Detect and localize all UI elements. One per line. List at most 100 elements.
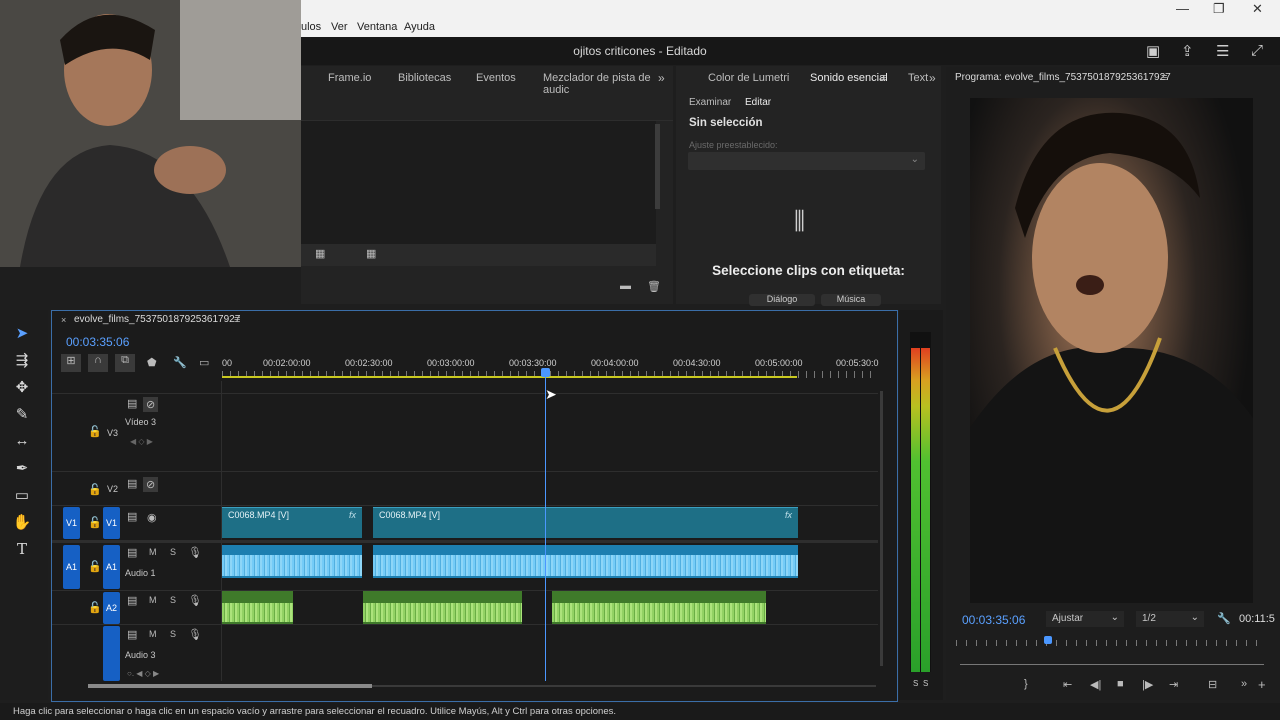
microphone-icon[interactable]: 🎙 [188, 546, 202, 559]
solo-button[interactable]: S [170, 629, 176, 639]
dialogue-chip[interactable]: Diálogo [749, 294, 815, 306]
music-chip[interactable]: Música [821, 294, 881, 306]
quick-export-icon[interactable]: ▣ [1146, 42, 1160, 60]
captions-icon[interactable]: ▭ [199, 356, 209, 369]
program-ruler[interactable] [956, 640, 1266, 646]
tab-text[interactable]: Text [908, 72, 928, 84]
panel-menu-icon[interactable]: ≡ [234, 314, 240, 326]
maximize-icon[interactable]: ❐ [1213, 1, 1225, 17]
film-icon[interactable]: ▤ [127, 628, 137, 641]
step-forward-icon[interactable]: |▶ [1142, 678, 1153, 691]
go-to-in-icon[interactable]: ⇤ [1063, 678, 1072, 691]
film-icon[interactable]: ▤ [127, 594, 137, 607]
minimize-icon[interactable]: — [1176, 1, 1189, 16]
film-icon[interactable]: ▤ [127, 477, 137, 490]
tab-sonido-esencial[interactable]: Sonido esencial [810, 72, 888, 84]
share-icon[interactable]: ⇪ [1181, 42, 1194, 60]
bin-icon[interactable]: ▦ [315, 247, 325, 260]
tab-lumetri[interactable]: Color de Lumetri [708, 72, 789, 84]
menu-item-modules[interactable]: ulos [301, 21, 321, 33]
chevrons-icon[interactable]: » [658, 71, 665, 85]
step-back-icon[interactable]: ◀| [1090, 678, 1101, 691]
subtab-examinar[interactable]: Examinar [689, 97, 731, 108]
scrollbar[interactable] [655, 124, 660, 209]
lock-icon[interactable]: 🔓 [88, 560, 102, 573]
solo-button[interactable]: S [170, 547, 176, 557]
program-playhead[interactable] [1044, 636, 1052, 644]
scrollbar-thumb[interactable] [88, 684, 372, 688]
eye-off-icon[interactable]: ⊘ [143, 477, 159, 492]
timeline-timecode[interactable]: 00:03:35:06 [66, 335, 129, 349]
zoom-bar[interactable] [960, 664, 1264, 665]
film-icon[interactable]: ▤ [127, 510, 137, 523]
menu-item-ver[interactable]: Ver [331, 21, 348, 33]
film-icon[interactable]: ▤ [127, 546, 137, 559]
music-clip[interactable] [363, 591, 522, 624]
magnet-icon[interactable]: ∩ [88, 354, 108, 372]
trash-icon[interactable]: 🗑 [647, 280, 661, 293]
eye-icon[interactable]: ◉ [147, 511, 157, 524]
track-target-v1[interactable]: V1 [103, 507, 120, 539]
track-target-a1[interactable]: A1 [103, 545, 120, 589]
rectangle-icon[interactable]: ▭ [12, 486, 32, 504]
razor-icon[interactable]: ✎ [12, 405, 32, 423]
mark-out-icon[interactable]: } [1024, 678, 1028, 690]
music-clip[interactable] [552, 591, 766, 624]
time-ruler[interactable]: 00 00:02:00:00 00:02:30:00 00:03:00:00 0… [222, 355, 879, 381]
fullscreen-icon[interactable]: ⤢ [1251, 42, 1263, 59]
audio-clip[interactable] [373, 545, 798, 578]
eye-off-icon[interactable]: ⊘ [143, 397, 159, 412]
lock-icon[interactable]: 🔓 [88, 601, 102, 614]
mute-button[interactable]: M [149, 547, 157, 557]
audio-clip[interactable] [222, 545, 362, 578]
track-target-a2[interactable]: A2 [103, 592, 120, 624]
microphone-icon[interactable]: 🎙 [188, 628, 202, 641]
music-clip[interactable] [222, 591, 293, 624]
playhead-handle[interactable] [541, 368, 550, 377]
pen-icon[interactable]: ✒ [12, 459, 32, 477]
calendar-icon[interactable]: ▦ [366, 247, 376, 260]
type-tool-icon[interactable]: T [12, 540, 32, 558]
menu-item-ventana[interactable]: Ventana [357, 21, 397, 33]
keyframe-nav-icon[interactable]: ◀ ◇ ▶ [130, 437, 153, 446]
tab-eventos[interactable]: Eventos [476, 72, 516, 84]
lock-icon[interactable]: 🔓 [88, 516, 102, 529]
close-tab-icon[interactable]: × [61, 315, 66, 325]
ripple-edit-icon[interactable]: ✥ [12, 378, 32, 396]
add-button-icon[interactable]: + [1258, 677, 1266, 692]
track-select-icon[interactable]: ⇶ [12, 351, 32, 369]
tab-mezclador[interactable]: Mezclador de pista de audic [543, 72, 673, 96]
preset-select[interactable]: ⌄ [688, 152, 925, 170]
sequence-name[interactable]: evolve_films_7537501879253617927 [74, 314, 240, 325]
wrench-icon[interactable]: 🔧 [1217, 612, 1231, 625]
subtab-editar[interactable]: Editar [745, 97, 771, 108]
slip-icon[interactable]: ↔ [12, 432, 32, 449]
lift-icon[interactable]: ⊟ [1208, 678, 1217, 691]
film-icon[interactable]: ▤ [127, 397, 137, 410]
lock-icon[interactable]: 🔓 [88, 483, 102, 496]
mute-button[interactable]: M [149, 595, 157, 605]
go-to-out-icon[interactable]: ⇥ [1169, 678, 1178, 691]
hand-icon[interactable]: ✋ [12, 513, 32, 531]
menu-item-ayuda[interactable]: Ayuda [404, 21, 435, 33]
program-timecode[interactable]: 00:03:35:06 [962, 613, 1025, 627]
video-clip[interactable]: C0068.MP4 [V] fx [373, 507, 798, 538]
chevrons-icon[interactable]: » [929, 71, 936, 85]
chevrons-icon[interactable]: » [1241, 678, 1247, 690]
track-target-a3[interactable] [103, 626, 120, 681]
wrench-icon[interactable]: 🔧 [173, 356, 187, 369]
video-clip[interactable]: C0068.MP4 [V] fx [222, 507, 362, 538]
stop-icon[interactable]: ■ [1117, 678, 1124, 690]
meter-solo-right[interactable]: S [923, 679, 928, 688]
microphone-icon[interactable]: 🎙 [188, 594, 202, 607]
tab-bibliotecas[interactable]: Bibliotecas [398, 72, 451, 84]
selection-tool-icon[interactable]: ➤ [12, 324, 32, 342]
video-frame[interactable] [970, 98, 1253, 603]
source-patch-v1[interactable]: V1 [63, 507, 80, 539]
close-icon[interactable]: ✕ [1252, 1, 1263, 17]
insert-icon[interactable]: ⊞ [61, 354, 81, 372]
mute-button[interactable]: M [149, 629, 157, 639]
work-area-bar[interactable] [222, 376, 797, 378]
linked-selection-icon[interactable]: ⧉ [115, 354, 135, 372]
meter-solo-left[interactable]: S [913, 679, 918, 688]
